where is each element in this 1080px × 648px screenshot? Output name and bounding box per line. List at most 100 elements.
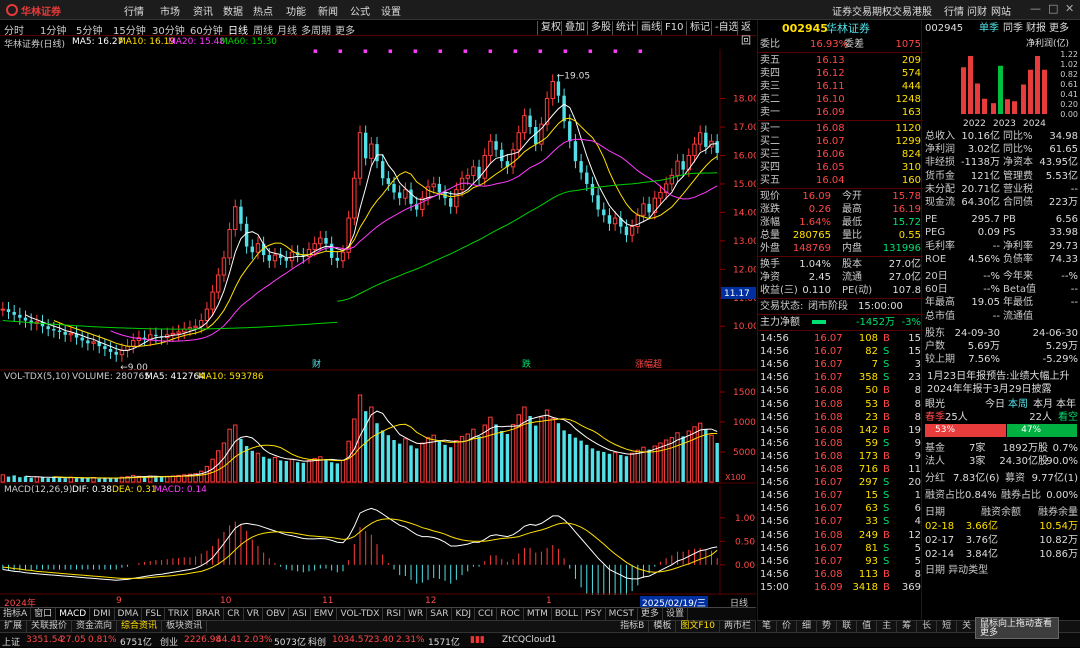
right-menu-3[interactable]: 行情 xyxy=(944,3,964,18)
volume-chart[interactable]: 15000 10000 5000 X100 xyxy=(0,372,756,484)
indicator-tab-1[interactable]: 窗口 xyxy=(31,608,57,620)
period-4[interactable]: 30分钟 xyxy=(152,22,185,37)
indicator-tab-2[interactable]: MACD xyxy=(56,608,91,620)
tool-5[interactable]: F10 xyxy=(661,21,686,35)
indicator-tab-3[interactable]: DMI xyxy=(90,608,115,620)
right-tab-0[interactable]: 指标B xyxy=(616,621,650,632)
tool-2[interactable]: 多股 xyxy=(587,21,614,35)
indicator-tab-11[interactable]: ASI xyxy=(289,608,311,620)
indicator-tab-21[interactable]: BOLL xyxy=(552,608,583,620)
indicator-tab-6[interactable]: TRIX xyxy=(165,608,193,620)
sub-tab-4[interactable]: 板块资讯 xyxy=(162,621,208,632)
quote-tab-6[interactable]: 主 xyxy=(877,621,898,632)
period-2[interactable]: 5分钟 xyxy=(76,22,102,37)
tool-0[interactable]: 复权 xyxy=(537,21,564,35)
indicator-tab-9[interactable]: VR xyxy=(244,608,264,620)
sell-row[interactable]: 卖一 16.09 163 xyxy=(758,106,923,119)
indicator-tab-14[interactable]: RSI xyxy=(383,608,406,620)
sub-tab-0[interactable]: 扩展 xyxy=(0,621,28,632)
quote-tab-2[interactable]: 细 xyxy=(797,621,818,632)
indicator-tab-22[interactable]: PSY xyxy=(582,608,606,620)
period-8[interactable]: 月线 xyxy=(277,22,297,37)
event-marker[interactable]: 跌 xyxy=(522,359,531,370)
right-menu-2[interactable]: 港股 xyxy=(912,3,932,18)
quote-tab-1[interactable]: 价 xyxy=(777,621,798,632)
quote-tab-7[interactable]: 筹 xyxy=(897,621,918,632)
buy-row[interactable]: 买五 16.04 160 xyxy=(758,174,923,187)
indicator-tab-25[interactable]: 设置 xyxy=(663,608,688,620)
buy-row[interactable]: 买三 16.06 824 xyxy=(758,148,923,161)
indicator-tab-15[interactable]: WR xyxy=(405,608,428,620)
sell-row[interactable]: 卖四 16.12 574 xyxy=(758,67,923,80)
right-menu-0[interactable]: 证券交易 xyxy=(832,3,872,18)
menu-7[interactable]: 公式 xyxy=(350,3,370,18)
indicator-tab-17[interactable]: KDJ xyxy=(452,608,475,620)
fin-tab-1[interactable]: 同季 xyxy=(1003,22,1023,35)
sell-row[interactable]: 卖三 16.11 444 xyxy=(758,80,923,93)
tool-8[interactable]: 返回 xyxy=(737,21,756,47)
f10-tab[interactable]: 图文F10 xyxy=(676,621,720,632)
compare-tab[interactable]: 两市栏 xyxy=(720,621,756,632)
sub-tab-2[interactable]: 资金流向 xyxy=(72,621,118,632)
menu-2[interactable]: 资讯 xyxy=(193,3,213,18)
tool-4[interactable]: 画线 xyxy=(637,21,664,35)
tool-3[interactable]: 统计 xyxy=(612,21,639,35)
sub-tab-1[interactable]: 关联报价 xyxy=(27,621,73,632)
indicator-tab-23[interactable]: MCST xyxy=(606,608,638,620)
period-1[interactable]: 1分钟 xyxy=(40,22,66,37)
right-menu-5[interactable]: 网站 xyxy=(991,3,1011,18)
period-0[interactable]: 分时 xyxy=(4,22,24,37)
right-tab-1[interactable]: 模板 xyxy=(649,621,677,632)
sell-row[interactable]: 卖五 16.13 209 xyxy=(758,54,923,67)
period-7[interactable]: 周线 xyxy=(253,22,273,37)
menu-5[interactable]: 功能 xyxy=(286,3,306,18)
indicator-tab-13[interactable]: VOL-TDX xyxy=(337,608,384,620)
quote-tab-0[interactable]: 笔 xyxy=(757,621,778,632)
menu-0[interactable]: 行情 xyxy=(124,3,144,18)
sentiment-tab-3[interactable]: 本年 xyxy=(1056,398,1076,411)
indicator-tab-12[interactable]: EMV xyxy=(311,608,338,620)
fin-tab-3[interactable]: 更多 xyxy=(1049,22,1069,35)
quote-tab-5[interactable]: 值 xyxy=(857,621,878,632)
indicator-tab-10[interactable]: OBV xyxy=(263,608,290,620)
period-9[interactable]: 多周期 xyxy=(301,22,331,37)
menu-1[interactable]: 市场 xyxy=(160,3,180,18)
event-marker[interactable]: 财 xyxy=(312,358,321,370)
candlestick-chart[interactable]: 18.0017.0016.0015.0014.0013.0012.0011.00… xyxy=(0,49,756,371)
right-menu-1[interactable]: 期权交易 xyxy=(872,3,912,18)
indicator-tab-4[interactable]: DMA xyxy=(115,608,143,620)
event-marker[interactable]: 涨幅超 xyxy=(635,358,662,370)
tool-6[interactable]: 标记 xyxy=(686,21,713,35)
indicator-tab-24[interactable]: 更多 xyxy=(638,608,663,620)
quote-tab-9[interactable]: 短 xyxy=(937,621,958,632)
maximize-icon[interactable]: □ xyxy=(1048,2,1058,15)
quote-tab-8[interactable]: 长 xyxy=(917,621,938,632)
period-3[interactable]: 15分钟 xyxy=(113,22,146,37)
menu-8[interactable]: 设置 xyxy=(381,3,401,18)
indicator-tab-5[interactable]: FSL xyxy=(142,608,166,620)
indicator-tab-0[interactable]: 指标A xyxy=(0,608,32,620)
indicator-tab-20[interactable]: MTM xyxy=(524,608,552,620)
period-6[interactable]: 日线 xyxy=(228,22,248,37)
sentiment-tab-1[interactable]: 本周 xyxy=(1008,398,1028,411)
app-logo[interactable]: 华林证券 xyxy=(6,3,61,18)
menu-4[interactable]: 热点 xyxy=(253,3,273,18)
indicator-tab-7[interactable]: BRAR xyxy=(193,608,225,620)
sentiment-tab-2[interactable]: 本月 xyxy=(1033,398,1053,411)
sentiment-tab-0[interactable]: 今日 xyxy=(985,398,1005,411)
indicator-tab-18[interactable]: CCI xyxy=(475,608,498,620)
notice-1[interactable]: 1月23日年报预告:业绩大幅上升 xyxy=(927,370,1080,383)
tool-1[interactable]: 叠加 xyxy=(561,21,588,35)
buy-row[interactable]: 买二 16.07 1299 xyxy=(758,135,923,148)
indicator-tab-8[interactable]: CR xyxy=(224,608,244,620)
minimize-icon[interactable]: — xyxy=(1030,2,1041,15)
menu-3[interactable]: 数据 xyxy=(223,3,243,18)
fin-tab-0[interactable]: 单季 xyxy=(979,22,999,35)
period-5[interactable]: 60分钟 xyxy=(190,22,223,37)
right-menu-4[interactable]: 问财 xyxy=(967,3,987,18)
sell-row[interactable]: 卖二 16.10 1248 xyxy=(758,93,923,106)
period-10[interactable]: 更多 xyxy=(335,22,355,37)
quote-tab-3[interactable]: 势 xyxy=(817,621,838,632)
macd-chart[interactable]: 1.00 0.50 0.00 xyxy=(0,485,756,595)
close-icon[interactable]: ✕ xyxy=(1065,2,1074,15)
